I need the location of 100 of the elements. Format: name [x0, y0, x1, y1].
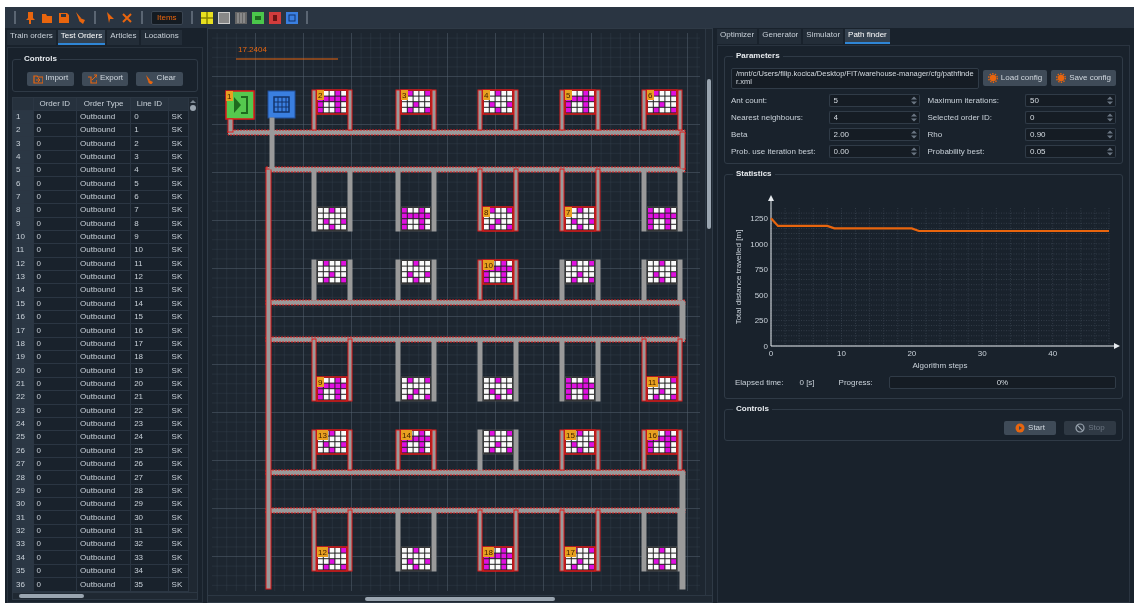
table-cell: Outbound [76, 150, 131, 164]
button[interactable]: Clear [136, 71, 183, 86]
shelf-rack[interactable] [482, 429, 514, 455]
cursor-icon[interactable] [104, 11, 116, 24]
shelf-rack[interactable] [646, 259, 678, 285]
table-cell: 0 [33, 470, 77, 485]
scrollbar-thumb[interactable] [365, 597, 555, 601]
elapsed-label: Elapsed time: [735, 376, 784, 389]
stop-icon [1075, 423, 1086, 434]
shelf-rack[interactable] [316, 259, 348, 285]
table-cell: Outbound [76, 283, 131, 298]
save-icon[interactable] [58, 11, 69, 24]
shelf-rack[interactable] [316, 206, 348, 232]
shelf-rack[interactable] [564, 89, 596, 115]
table-cell: Outbound [76, 310, 131, 324]
y-tick-label: 750 [754, 265, 768, 275]
table-cell: 7 [130, 203, 169, 217]
gear-icon [1056, 73, 1067, 84]
lock-tile-icon[interactable] [268, 11, 281, 24]
shelf-number: 18 [483, 547, 494, 557]
table-cell: 0 [33, 323, 77, 338]
tab[interactable]: Generator [759, 29, 802, 44]
scrollbar-thumb[interactable] [707, 79, 711, 229]
shelf-rack[interactable] [564, 259, 596, 285]
pin-icon[interactable] [24, 11, 36, 24]
table-cell: SK [168, 404, 189, 418]
export-icon [86, 73, 97, 84]
tab[interactable]: Train orders [7, 30, 56, 45]
shelf-rack[interactable] [564, 376, 596, 402]
folder-icon[interactable] [41, 11, 53, 24]
button[interactable]: Import [27, 71, 74, 86]
table-cell: SK [168, 297, 189, 311]
depot-icon[interactable] [267, 90, 296, 119]
frame-tile-icon[interactable] [285, 11, 298, 24]
shelf-rack[interactable] [316, 376, 348, 402]
table-cell: 0 [33, 136, 77, 151]
tab[interactable]: Articles [107, 30, 140, 45]
entrance-icon[interactable] [225, 90, 255, 120]
brush-icon[interactable] [74, 11, 86, 24]
table-cell: Outbound [76, 176, 131, 191]
rack-icon[interactable] [234, 11, 247, 24]
field-label: Beta [731, 128, 749, 141]
y-tick-label: 1000 [750, 239, 768, 249]
table-cell: Outbound [76, 551, 131, 565]
button[interactable]: Load config [982, 70, 1048, 87]
tab[interactable]: Simulator [803, 29, 844, 44]
shelf-rack[interactable] [482, 89, 514, 115]
tab[interactable]: Test Orders [57, 30, 106, 45]
table-cell: 22 [130, 404, 169, 418]
tab[interactable]: Optimizer [717, 29, 758, 44]
tab[interactable]: Path finder [845, 29, 890, 44]
shelf-rack[interactable] [646, 89, 678, 115]
table-cell: Outbound [76, 243, 131, 258]
scroll-up-icon[interactable] [189, 97, 197, 104]
table-cell: 24 [130, 430, 169, 445]
column-header[interactable]: Line ID [130, 97, 169, 111]
shelf-rack[interactable] [316, 89, 348, 115]
shelf-rack[interactable] [400, 89, 432, 115]
table-cell: Outbound [76, 136, 131, 151]
table-cell: SK [168, 217, 189, 231]
scrollbar-thumb[interactable] [190, 104, 196, 111]
table-cell: SK [168, 230, 189, 244]
table-cell: SK [168, 510, 189, 525]
items-button[interactable]: Items [151, 10, 183, 25]
table-cell: SK [168, 270, 189, 284]
field-label: Ant count: [731, 94, 769, 107]
scrollbar-thumb[interactable] [19, 594, 84, 598]
shelf-rack[interactable] [646, 546, 678, 572]
shelf-number: 4 [483, 90, 490, 100]
shelf-rack[interactable] [400, 376, 432, 402]
cross-icon[interactable] [121, 11, 133, 24]
button[interactable]: Export [81, 71, 129, 86]
shelf-rack[interactable] [400, 546, 432, 572]
grid-icon[interactable] [200, 11, 213, 24]
x-axis-title: Algorithm steps [912, 361, 968, 371]
shelf-rack[interactable] [400, 259, 432, 285]
box-tile-icon[interactable] [251, 11, 264, 24]
table-cell: 28 [130, 484, 169, 498]
shelf-rack[interactable] [564, 206, 596, 232]
button[interactable]: Start [1004, 421, 1056, 436]
shelf-rack[interactable] [482, 376, 514, 402]
shelf-rack[interactable] [646, 206, 678, 232]
table-cell: 21 [130, 390, 169, 405]
x-tick-label: 20 [907, 349, 917, 359]
table-cell: 0 [33, 350, 77, 364]
table-cell: Outbound [76, 323, 131, 338]
table-cell: 0 [33, 190, 77, 204]
table-cell: Outbound [76, 257, 131, 271]
column-header[interactable]: Order Type [76, 97, 131, 111]
table-cell: SK [168, 163, 189, 177]
button[interactable]: Save config [1051, 70, 1116, 87]
shelf-rack[interactable] [482, 206, 514, 232]
table-cell: 0 [33, 537, 77, 551]
table-cell: 26 [130, 457, 169, 471]
table-cell: SK [168, 257, 189, 271]
table-cell: 18 [130, 350, 169, 364]
shelf-rack[interactable] [400, 206, 432, 232]
tab[interactable]: Locations [141, 30, 182, 45]
column-header[interactable]: Order ID [33, 97, 77, 111]
table-cell: 3 [130, 150, 169, 164]
